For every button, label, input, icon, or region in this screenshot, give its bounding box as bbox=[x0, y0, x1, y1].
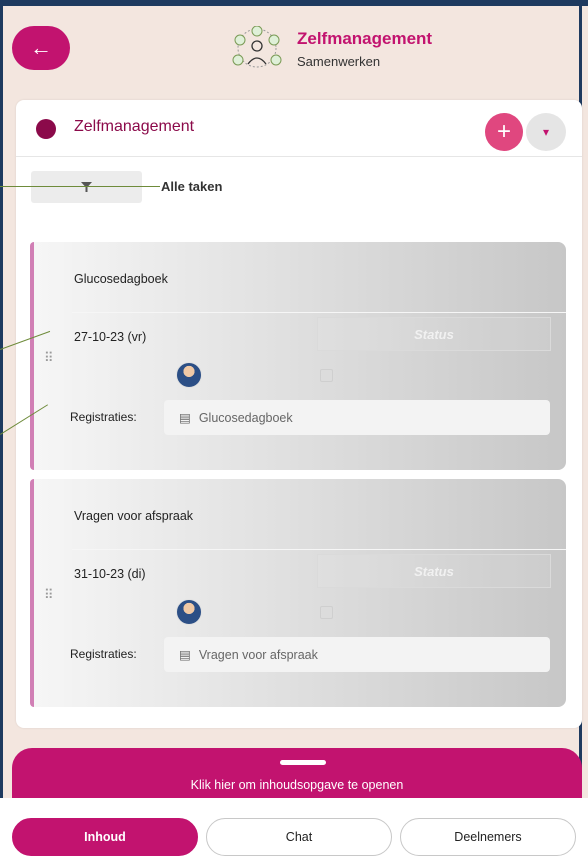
tab-deelnemers[interactable]: Deelnemers bbox=[400, 818, 576, 856]
bottom-tab-bar: Inhoud Chat Deelnemers bbox=[0, 798, 588, 864]
drag-handle-icon[interactable]: ⠿ bbox=[44, 587, 53, 603]
annotation-line bbox=[0, 186, 160, 187]
status-placeholder: Status bbox=[414, 326, 454, 342]
status-field[interactable]: Status bbox=[317, 317, 551, 351]
avatar bbox=[176, 362, 202, 388]
done-checkbox[interactable] bbox=[320, 369, 333, 382]
more-options-button[interactable]: ▾ bbox=[526, 113, 566, 151]
registratie-link[interactable]: ▤ Vragen voor afspraak bbox=[164, 637, 550, 672]
task-divider bbox=[72, 549, 566, 550]
card-header: Zelfmanagement + ▾ bbox=[16, 100, 582, 157]
task-card[interactable]: Glucosedagboek 27-10-23 (vr) Status ⠿ Re… bbox=[30, 242, 566, 470]
people-network-icon bbox=[232, 26, 282, 68]
filter-icon bbox=[81, 182, 92, 192]
task-name: Vragen voor afspraak bbox=[74, 509, 194, 523]
tab-label: Chat bbox=[285, 830, 313, 844]
back-button[interactable]: ← bbox=[12, 26, 70, 70]
task-divider bbox=[72, 312, 566, 313]
task-name: Glucosedagboek bbox=[74, 272, 168, 286]
page-subtitle: Samenwerken bbox=[297, 54, 381, 69]
drawer-handle[interactable] bbox=[280, 760, 326, 765]
avatar bbox=[176, 599, 202, 625]
tab-label: Deelnemers bbox=[454, 830, 522, 844]
document-icon: ▤ bbox=[179, 411, 191, 425]
registratie-link[interactable]: ▤ Glucosedagboek bbox=[164, 400, 550, 435]
filter-label: Alle taken bbox=[161, 179, 223, 194]
done-checkbox[interactable] bbox=[320, 606, 333, 619]
registraties-label: Registraties: bbox=[70, 647, 137, 661]
filter-button[interactable] bbox=[31, 171, 142, 203]
tab-chat[interactable]: Chat bbox=[206, 818, 392, 856]
tab-inhoud[interactable]: Inhoud bbox=[12, 818, 198, 856]
registraties-label: Registraties: bbox=[70, 410, 137, 424]
status-field[interactable]: Status bbox=[317, 554, 551, 588]
plus-icon: + bbox=[496, 118, 511, 145]
zelfmanagement-card: Zelfmanagement + ▾ Alle taken Glucosedag… bbox=[16, 100, 582, 728]
card-title: Zelfmanagement bbox=[74, 118, 195, 135]
section-dot-icon bbox=[36, 119, 56, 139]
registratie-name: Vragen voor afspraak bbox=[198, 647, 318, 662]
tab-label: Inhoud bbox=[84, 830, 126, 844]
status-placeholder: Status bbox=[414, 563, 454, 579]
chevron-down-icon: ▾ bbox=[542, 125, 550, 139]
task-date: 27-10-23 (vr) bbox=[74, 330, 147, 344]
registratie-name: Glucosedagboek bbox=[198, 410, 293, 425]
table-of-contents-drawer[interactable]: Klik hier om inhoudsopgave te openen bbox=[12, 748, 582, 798]
drag-handle-icon[interactable]: ⠿ bbox=[44, 350, 53, 366]
drawer-label: Klik hier om inhoudsopgave te openen bbox=[190, 778, 404, 792]
add-button[interactable]: + bbox=[485, 113, 523, 151]
task-date: 31-10-23 (di) bbox=[74, 567, 146, 581]
document-icon: ▤ bbox=[179, 648, 191, 662]
page-title: Zelfmanagement bbox=[297, 29, 433, 48]
task-card[interactable]: Vragen voor afspraak 31-10-23 (di) Statu… bbox=[30, 479, 566, 707]
arrow-left-icon: ← bbox=[30, 35, 52, 60]
